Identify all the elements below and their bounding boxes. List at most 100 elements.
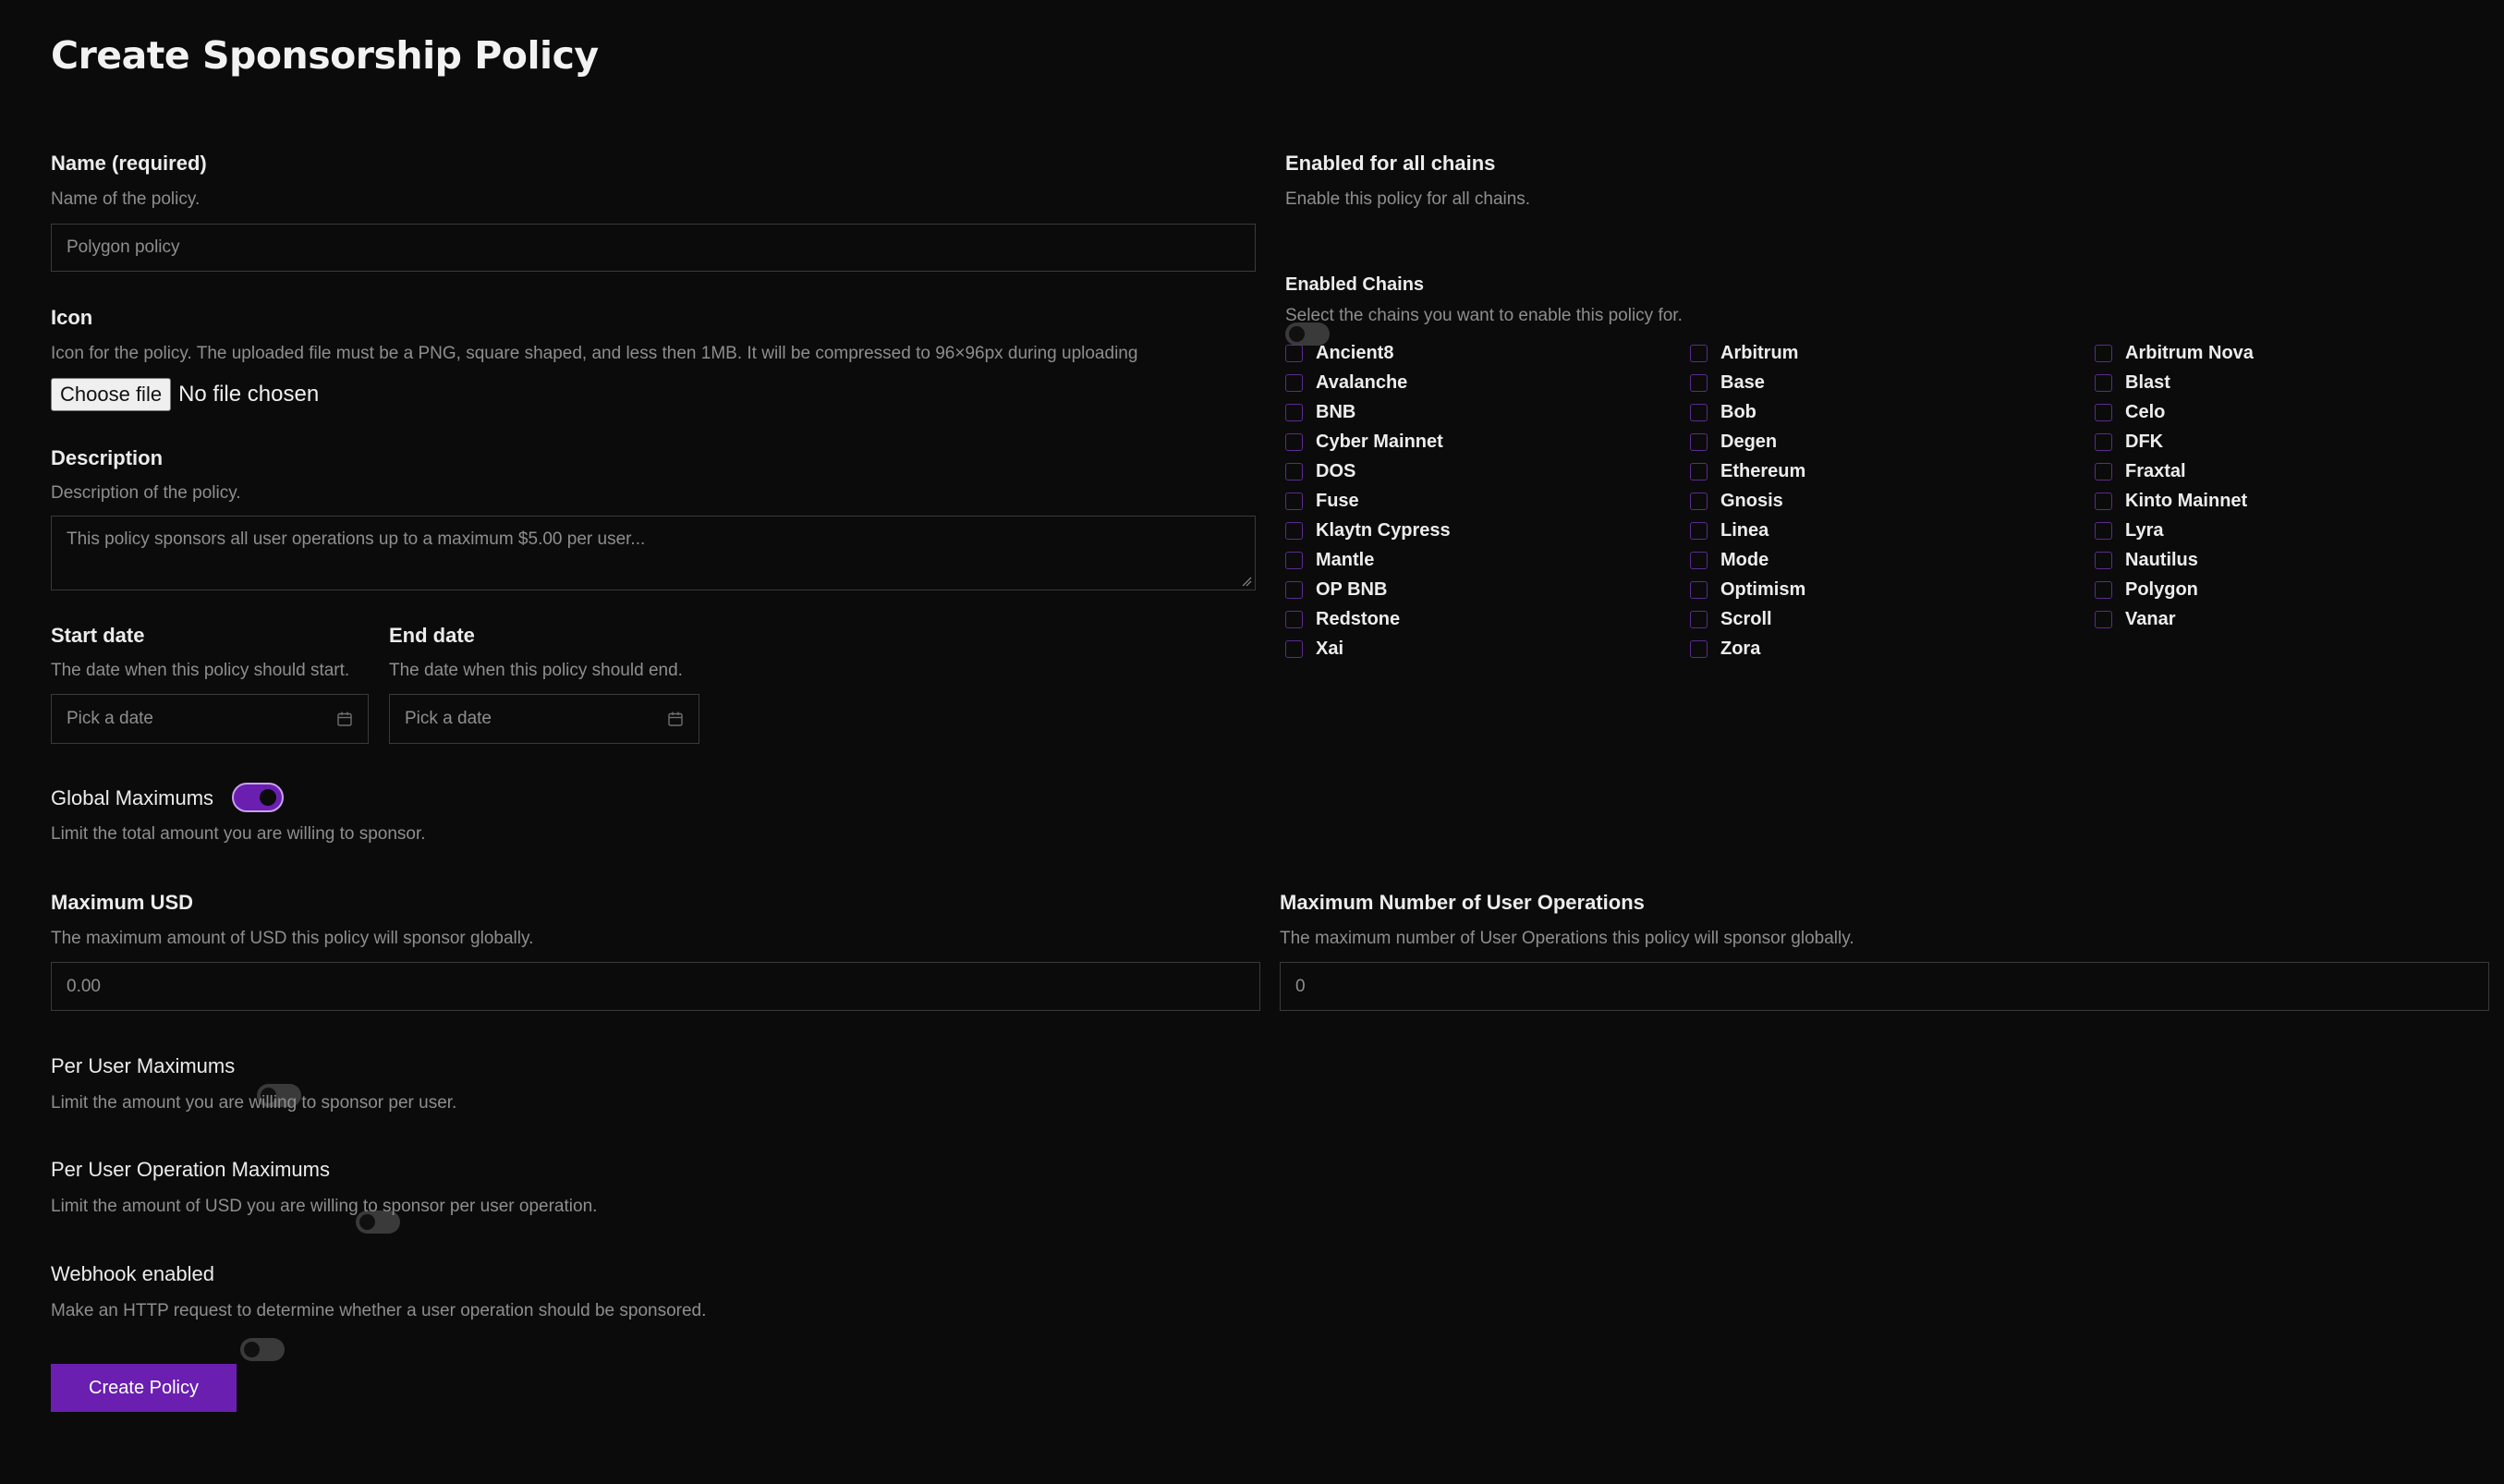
end-date-description: The date when this policy should end. [389,661,683,680]
chain-item[interactable]: Xai [1285,639,1690,659]
chain-item[interactable]: Fraxtal [2095,461,2499,481]
description-description: Description of the policy. [51,483,241,503]
chain-item[interactable]: Kinto Mainnet [2095,491,2499,511]
chain-item[interactable]: Arbitrum [1690,343,2095,363]
global-maximums-toggle[interactable] [232,783,284,812]
maximum-ops-input[interactable]: 0 [1280,962,2489,1011]
chain-item[interactable]: Mode [1690,550,2095,570]
chain-item[interactable]: BNB [1285,402,1690,422]
chain-checkbox[interactable] [2095,462,2112,480]
chain-item[interactable]: Arbitrum Nova [2095,343,2499,363]
toggle-knob [260,789,276,806]
chain-item[interactable]: Vanar [2095,609,2499,629]
chain-checkbox[interactable] [1690,610,1708,628]
description-textarea[interactable]: This policy sponsors all user operations… [51,516,1256,590]
create-policy-button[interactable]: Create Policy [51,1364,237,1412]
chain-name: Degen [1720,431,1778,452]
chain-item[interactable]: Linea [1690,520,2095,541]
resize-grip-icon[interactable] [1241,576,1252,587]
chain-checkbox[interactable] [1690,639,1708,658]
chain-checkbox[interactable] [2095,610,2112,628]
chain-checkbox[interactable] [1285,432,1303,451]
chain-item[interactable]: DFK [2095,432,2499,452]
chain-checkbox[interactable] [2095,551,2112,569]
chain-item[interactable]: Optimism [1690,579,2095,600]
maximum-usd-input[interactable]: 0.00 [51,962,1260,1011]
chain-item[interactable]: Blast [2095,372,2499,393]
chain-checkbox[interactable] [1690,432,1708,451]
per-user-label: Per User Maximums [51,1054,236,1077]
chain-item[interactable]: Avalanche [1285,372,1690,393]
chain-item[interactable]: Scroll [1690,609,2095,629]
chain-checkbox[interactable] [1690,373,1708,392]
chain-item[interactable]: Polygon [2095,579,2499,600]
chain-item[interactable]: Ethereum [1690,461,2095,481]
chain-name: Nautilus [2125,549,2198,570]
chain-item[interactable]: Bob [1690,402,2095,422]
chain-item[interactable]: Lyra [2095,520,2499,541]
webhook-description: Make an HTTP request to determine whethe… [51,1301,707,1320]
start-date-placeholder: Pick a date [67,709,153,728]
chain-name: Fraxtal [2125,460,2186,481]
end-date-placeholder: Pick a date [405,709,492,728]
create-policy-page: Create Sponsorship Policy Name (required… [0,0,2504,1484]
chain-checkbox[interactable] [1690,551,1708,569]
chain-item[interactable]: Zora [1690,639,2095,659]
chain-item[interactable]: OP BNB [1285,579,1690,600]
chain-name: Base [1720,371,1765,393]
chain-item[interactable]: Klaytn Cypress [1285,520,1690,541]
chain-item[interactable]: Gnosis [1690,491,2095,511]
maximum-ops-label: Maximum Number of User Operations [1280,891,1645,914]
chain-checkbox[interactable] [1690,462,1708,480]
chain-checkbox[interactable] [1285,492,1303,510]
chain-item[interactable]: Mantle [1285,550,1690,570]
chain-checkbox[interactable] [1690,344,1708,362]
chain-checkbox[interactable] [1285,580,1303,599]
chain-checkbox[interactable] [2095,492,2112,510]
chain-item[interactable]: Cyber Mainnet [1285,432,1690,452]
chain-checkbox[interactable] [1690,580,1708,599]
chain-checkbox[interactable] [1690,492,1708,510]
chain-name: DFK [2125,431,2164,452]
chain-name: Xai [1316,638,1344,659]
end-date-picker[interactable]: Pick a date [389,694,699,744]
chain-item[interactable]: Nautilus [2095,550,2499,570]
chain-checkbox[interactable] [1690,521,1708,540]
start-date-description: The date when this policy should start. [51,661,350,680]
chain-checkbox[interactable] [2095,344,2112,362]
chain-item[interactable]: Fuse [1285,491,1690,511]
chain-checkbox[interactable] [1285,373,1303,392]
chain-checkbox[interactable] [2095,521,2112,540]
chain-checkbox[interactable] [1285,610,1303,628]
chain-name: Celo [2125,401,2166,422]
chain-checkbox[interactable] [2095,373,2112,392]
chain-item[interactable]: Celo [2095,402,2499,422]
chain-name: Blast [2125,371,2170,393]
choose-file-button[interactable]: Choose file [51,378,172,411]
chain-checkbox[interactable] [1285,344,1303,362]
chain-checkbox[interactable] [1285,551,1303,569]
chain-checkbox[interactable] [1690,403,1708,421]
chain-checkbox[interactable] [1285,521,1303,540]
start-date-picker[interactable]: Pick a date [51,694,369,744]
chain-checkbox[interactable] [1285,403,1303,421]
chain-item[interactable]: Degen [1690,432,2095,452]
chain-name: Mantle [1316,549,1375,570]
chain-checkbox[interactable] [2095,403,2112,421]
name-placeholder: Polygon policy [67,237,180,257]
chain-item[interactable]: DOS [1285,461,1690,481]
name-input[interactable]: Polygon policy [51,224,1256,272]
chain-checkbox[interactable] [1285,462,1303,480]
chain-checkbox[interactable] [2095,580,2112,599]
webhook-toggle[interactable] [240,1338,285,1361]
chain-list: Ancient8 Arbitrum Arbitrum Nova Avalanch… [1285,343,2499,659]
chain-item[interactable]: Redstone [1285,609,1690,629]
toggle-knob [1289,326,1305,342]
per-user-op-label: Per User Operation Maximums [51,1158,330,1181]
chain-item[interactable]: Ancient8 [1285,343,1690,363]
chain-checkbox[interactable] [1285,639,1303,658]
chain-checkbox[interactable] [2095,432,2112,451]
chain-name: OP BNB [1316,578,1388,600]
chain-name: Redstone [1316,608,1401,629]
chain-item[interactable]: Base [1690,372,2095,393]
